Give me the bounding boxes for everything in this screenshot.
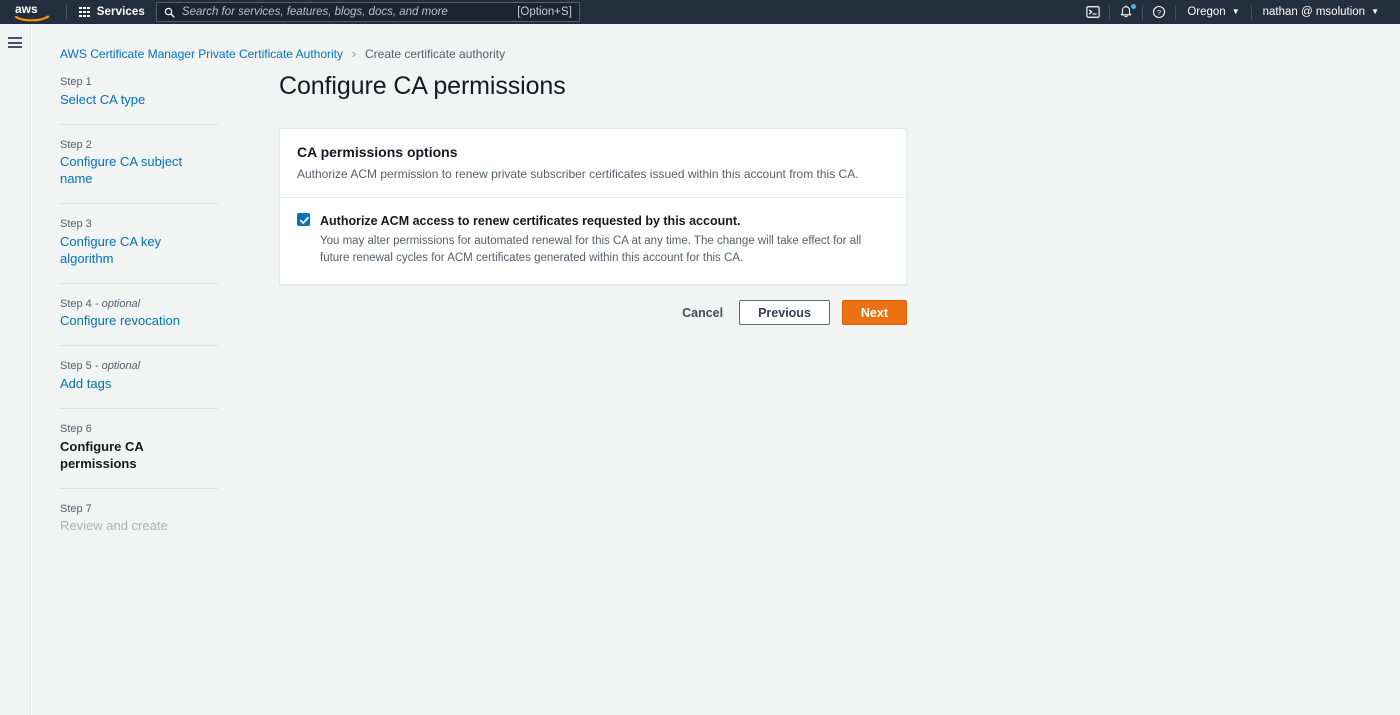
wizard-step-title: Review and create — [60, 518, 168, 534]
wizard-step-title[interactable]: Select CA type — [60, 92, 218, 109]
wizard-step-number: Step 3 — [60, 218, 92, 231]
breadcrumb: AWS Certificate Manager Private Certific… — [60, 46, 506, 62]
wizard-step-7: Step 7 Review and create — [60, 503, 218, 536]
services-label: Services — [96, 6, 145, 18]
grid-icon — [79, 6, 90, 18]
wizard-step-title: Configure CA permissions — [60, 438, 144, 471]
checkbox-text-block: Authorize ACM access to renew certificat… — [320, 212, 889, 266]
main-content: Configure CA permissions CA permissions … — [279, 71, 907, 326]
wizard-step-divider — [60, 345, 218, 347]
wizard-action-buttons: Cancel Previous Next — [279, 300, 907, 326]
wizard-step-divider — [60, 123, 218, 125]
wizard-step-number: Step 5 - optional — [60, 360, 141, 373]
nav-right-group: ? Oregon ▼ nathan @ msolution ▼ — [1077, 0, 1400, 24]
global-search-input[interactable]: Search for services, features, blogs, do… — [155, 2, 580, 22]
wizard-step-number: Step 1 — [60, 76, 92, 88]
wizard-step-6: Step 6 Configure CA permissions — [60, 423, 218, 473]
aws-logo[interactable]: aws — [11, 0, 57, 24]
services-menu-button[interactable]: Services — [76, 0, 148, 24]
wizard-step-number: Step 7 — [60, 502, 92, 515]
search-placeholder: Search for services, features, blogs, do… — [181, 6, 448, 18]
card-header: CA permissions options Authorize ACM per… — [280, 129, 906, 197]
wizard-step-number: Step 6 — [60, 422, 92, 435]
cloudshell-button[interactable] — [1077, 0, 1109, 24]
wizard-step-title[interactable]: Configure CA key algorithm — [60, 234, 218, 268]
top-navigation-bar: aws Services Search for services, featur… — [0, 0, 1400, 24]
wizard-step-optional-tag: - optional — [91, 360, 141, 373]
wizard-step-title[interactable]: Add tags — [60, 376, 218, 393]
wizard-step-title[interactable]: Configure CA subject name — [60, 154, 218, 188]
svg-text:aws: aws — [15, 2, 38, 16]
wizard-step-4[interactable]: Step 4 - optional Configure revocation — [60, 298, 218, 331]
wizard-step-optional-tag: - optional — [91, 297, 141, 310]
wizard-step-1[interactable]: Step 1 Select CA type — [60, 76, 218, 109]
authorize-acm-checkbox[interactable] — [297, 212, 310, 226]
chevron-down-icon: ▼ — [1371, 7, 1379, 16]
region-selector[interactable]: Oregon ▼ — [1176, 0, 1250, 24]
cancel-button[interactable]: Cancel — [678, 301, 727, 326]
previous-button[interactable]: Previous — [739, 300, 830, 326]
account-label: nathan @ msolution — [1262, 6, 1366, 18]
navigation-toggle-button[interactable] — [8, 37, 22, 48]
wizard-step-number: Step 4 - optional — [60, 297, 141, 310]
search-icon — [164, 7, 175, 18]
checkbox-description: You may alter permissions for automated … — [320, 234, 862, 264]
wizard-step-2[interactable]: Step 2 Configure CA subject name — [60, 139, 218, 189]
page-content: AWS Certificate Manager Private Certific… — [32, 24, 1400, 715]
notifications-button[interactable] — [1110, 0, 1142, 24]
region-label: Oregon — [1187, 6, 1226, 18]
wizard-step-divider — [60, 203, 218, 205]
account-menu[interactable]: nathan @ msolution ▼ — [1252, 0, 1390, 24]
nav-divider — [66, 4, 67, 20]
next-button[interactable]: Next — [841, 300, 907, 326]
breadcrumb-link-service[interactable]: AWS Certificate Manager Private Certific… — [60, 47, 343, 61]
ca-permissions-options-card: CA permissions options Authorize ACM per… — [279, 128, 907, 286]
help-icon: ? — [1153, 5, 1166, 19]
wizard-step-divider — [60, 487, 218, 489]
card-description: Authorize ACM permission to renew privat… — [297, 167, 859, 182]
page-title: Configure CA permissions — [279, 72, 566, 100]
checkmark-icon — [299, 216, 309, 224]
wizard-step-divider — [60, 407, 218, 409]
card-body: Authorize ACM access to renew certificat… — [280, 198, 906, 284]
help-button[interactable]: ? — [1143, 0, 1175, 24]
wizard-step-title[interactable]: Configure revocation — [60, 313, 218, 330]
chevron-down-icon: ▼ — [1231, 7, 1240, 16]
wizard-step-3[interactable]: Step 3 Configure CA key algorithm — [60, 218, 218, 268]
search-shortcut-hint: [Option+S] — [517, 6, 572, 18]
left-rail — [0, 24, 31, 715]
svg-text:?: ? — [1157, 8, 1161, 17]
wizard-step-divider — [60, 282, 218, 284]
card-heading: CA permissions options — [297, 144, 458, 160]
breadcrumb-separator-icon: › — [351, 46, 357, 62]
wizard-step-number: Step 2 — [60, 138, 92, 151]
wizard-step-navigation: Step 1 Select CA type Step 2 Configure CA s… — [60, 76, 218, 535]
wizard-step-5[interactable]: Step 5 - optional Add tags — [60, 360, 218, 393]
authorize-acm-checkbox-row[interactable]: Authorize ACM access to renew certificat… — [297, 212, 889, 266]
checkbox-label[interactable]: Authorize ACM access to renew certificat… — [320, 214, 741, 228]
cloudshell-icon — [1086, 6, 1101, 18]
notification-indicator-dot — [1131, 4, 1137, 9]
breadcrumb-current: Create certificate authority — [365, 47, 506, 61]
